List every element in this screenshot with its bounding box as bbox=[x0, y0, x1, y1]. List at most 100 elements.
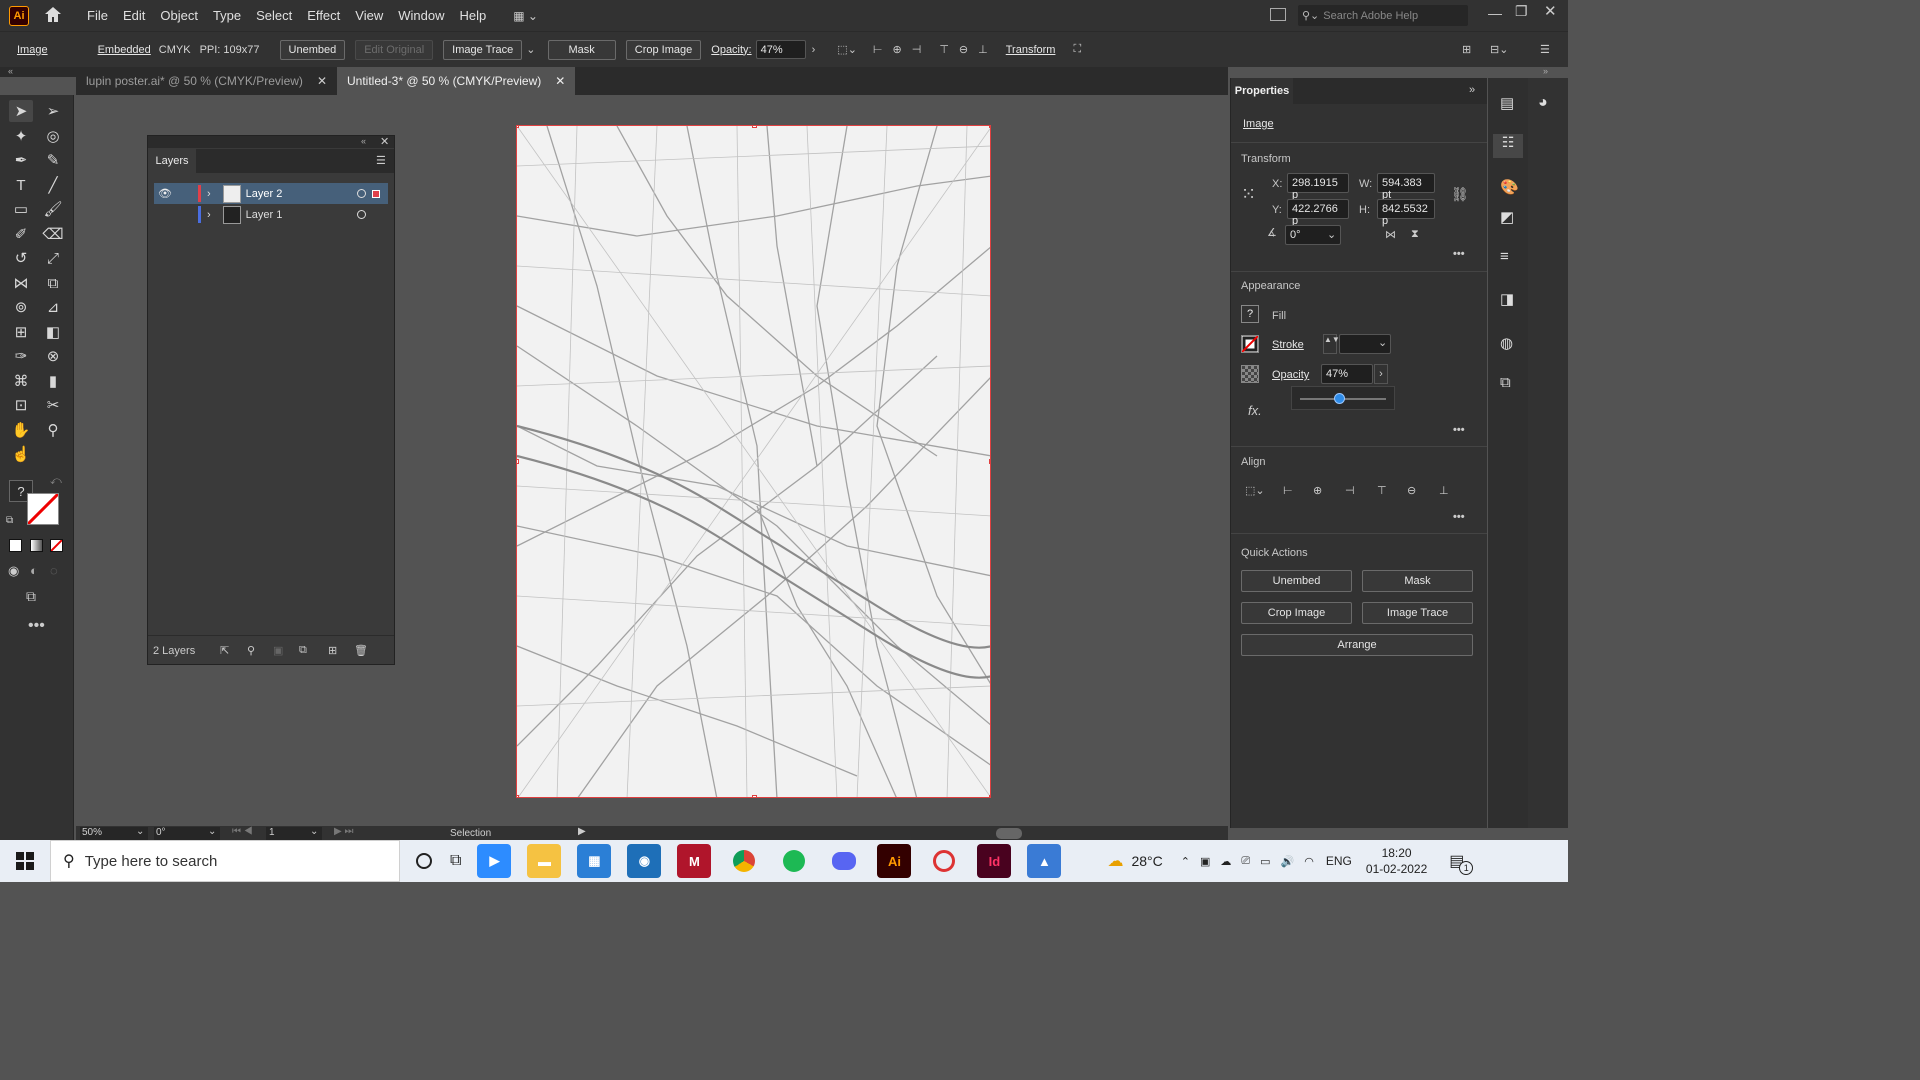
align-left-icon[interactable]: ⊢ bbox=[873, 43, 883, 56]
align-bottom-icon[interactable]: ⊥ bbox=[978, 43, 988, 56]
menu-effect[interactable]: Effect bbox=[307, 8, 340, 23]
hand-tool-icon[interactable]: ✋ bbox=[9, 419, 33, 441]
discord-icon[interactable] bbox=[827, 844, 862, 878]
target-circle-icon[interactable] bbox=[357, 210, 366, 219]
slice-tool-icon[interactable]: ✂ bbox=[41, 394, 65, 416]
resize-handle[interactable] bbox=[517, 126, 519, 128]
expand-layer-icon[interactable]: › bbox=[207, 188, 211, 200]
eyedropper-tool-icon[interactable]: ✑ bbox=[9, 345, 33, 367]
fx-label[interactable]: fx. bbox=[1248, 403, 1262, 418]
none-mode-icon[interactable] bbox=[50, 539, 63, 552]
chrome-icon[interactable] bbox=[727, 844, 762, 878]
menu-edit[interactable]: Edit bbox=[123, 8, 145, 23]
first-artboard-icon[interactable]: ⏮ ◀ bbox=[232, 826, 253, 837]
transform-link[interactable]: Transform bbox=[1006, 44, 1056, 56]
workspace-switcher-icon[interactable]: ▦ ⌄ bbox=[513, 9, 538, 23]
layer-name[interactable]: Layer 1 bbox=[246, 209, 283, 221]
stroke-stepper-icon[interactable]: ▲▼ bbox=[1323, 334, 1340, 354]
align-left-icon[interactable]: ⊢ bbox=[1283, 484, 1293, 497]
make-clipping-mask-icon[interactable]: ▣ bbox=[273, 644, 283, 657]
dell-app-icon[interactable]: ◉ bbox=[627, 844, 662, 878]
color-panel-icon[interactable]: 🎨 bbox=[1500, 178, 1519, 196]
stroke-dropdown-icon[interactable]: ⌄ bbox=[1378, 336, 1387, 349]
battery-icon[interactable]: ▭ bbox=[1260, 855, 1270, 868]
meet-now-icon[interactable]: ▣ bbox=[1200, 855, 1210, 868]
align-vcenter-icon[interactable]: ⊖ bbox=[1407, 484, 1416, 497]
blend-tool-icon[interactable]: ⊗ bbox=[41, 345, 65, 367]
onedrive-icon[interactable]: ☁ bbox=[1220, 855, 1231, 868]
type-tool-icon[interactable]: T bbox=[9, 174, 33, 196]
panel-options-icon[interactable]: ⊟⌄ bbox=[1490, 43, 1508, 56]
webcam-icon[interactable]: ⎚ bbox=[1241, 855, 1250, 868]
edit-original-button[interactable]: Edit Original bbox=[355, 39, 434, 60]
image-trace-button[interactable]: Image Trace bbox=[443, 39, 523, 60]
opacity-field[interactable]: 47% bbox=[1321, 364, 1373, 384]
align-to-icon[interactable]: ⬚⌄ bbox=[837, 43, 857, 56]
pen-tool-icon[interactable]: ✒ bbox=[9, 149, 33, 171]
collapse-left-icon[interactable]: « bbox=[8, 66, 13, 76]
line-tool-icon[interactable]: ╱ bbox=[41, 174, 65, 196]
layer-name[interactable]: Layer 2 bbox=[246, 188, 283, 200]
close-panel-icon[interactable]: ✕ bbox=[380, 135, 389, 148]
collapse-panel-icon[interactable]: « bbox=[361, 136, 366, 146]
volume-icon[interactable]: 🔊 bbox=[1281, 855, 1295, 868]
menu-object[interactable]: Object bbox=[160, 8, 198, 23]
close-tab-icon[interactable]: ✕ bbox=[317, 74, 327, 88]
align-hcenter-icon[interactable]: ⊕ bbox=[1313, 484, 1322, 497]
stroke-label[interactable]: Stroke bbox=[1272, 339, 1304, 351]
rotate-view-dropdown-icon[interactable]: ⌄ bbox=[208, 826, 216, 837]
weather-temperature[interactable]: 28°C bbox=[1131, 853, 1162, 869]
illustrator-taskbar-icon[interactable]: Ai bbox=[877, 844, 912, 878]
collapse-right-icon[interactable]: » bbox=[1543, 66, 1548, 76]
column-graph-tool-icon[interactable]: ▮ bbox=[41, 370, 65, 392]
help-search-box[interactable]: ⚲⌄ Search Adobe Help bbox=[1298, 5, 1468, 26]
embedded-label[interactable]: Embedded bbox=[98, 44, 151, 56]
rectangle-tool-icon[interactable]: ▭ bbox=[9, 198, 33, 220]
mcafee-icon[interactable]: M bbox=[677, 844, 712, 878]
y-field[interactable]: 422.2766 p bbox=[1287, 199, 1349, 227]
resize-handle[interactable] bbox=[752, 795, 757, 797]
isolate-icon[interactable]: ⛶ bbox=[1073, 43, 1081, 56]
locate-object-icon[interactable]: ⚲ bbox=[247, 644, 255, 657]
layer-row-layer-2[interactable]: 👁 › Layer 2 bbox=[154, 183, 388, 204]
more-appearance-icon[interactable]: ••• bbox=[1453, 424, 1465, 436]
image-trace-button[interactable]: Image Trace bbox=[1362, 602, 1473, 624]
panel-toggle-icon[interactable] bbox=[1270, 8, 1286, 21]
draw-behind-icon[interactable]: ◐ bbox=[30, 563, 38, 578]
shape-builder-tool-icon[interactable]: ⊚ bbox=[9, 296, 33, 318]
tab-lupin-poster[interactable]: lupin poster.ai* @ 50 % (CMYK/Preview) ✕ bbox=[76, 67, 337, 95]
spotify-icon[interactable] bbox=[777, 844, 812, 878]
restore-icon[interactable]: ❐ bbox=[1515, 3, 1528, 20]
create-layer-icon[interactable]: ⊞ bbox=[328, 644, 337, 657]
selection-type-label[interactable]: Image bbox=[17, 44, 48, 56]
cortana-icon[interactable] bbox=[416, 853, 432, 869]
x-field[interactable]: 298.1915 p bbox=[1287, 173, 1349, 201]
rotate-angle-icon[interactable]: ∡ bbox=[1267, 226, 1277, 239]
opacity-field[interactable]: 47% bbox=[755, 40, 806, 59]
taskbar-search-box[interactable]: ⚲ Type here to search bbox=[50, 840, 400, 882]
properties-panel-icon[interactable]: ▤ bbox=[1500, 94, 1514, 112]
resize-handle[interactable] bbox=[752, 126, 757, 128]
mask-button[interactable]: Mask bbox=[1362, 570, 1473, 592]
opacity-expand-icon[interactable]: › bbox=[1374, 364, 1388, 384]
gradient-panel-icon[interactable]: ◨ bbox=[1500, 290, 1514, 308]
microsoft-store-icon[interactable]: ▦ bbox=[577, 844, 612, 878]
gradient-mode-icon[interactable] bbox=[30, 539, 43, 552]
align-to-icon[interactable]: ⬚⌄ bbox=[1245, 484, 1265, 497]
more-transform-icon[interactable]: ••• bbox=[1453, 248, 1465, 260]
resize-handle[interactable] bbox=[989, 126, 990, 128]
opacity-slider-thumb[interactable] bbox=[1334, 393, 1346, 404]
w-field[interactable]: 594.383 pt bbox=[1377, 173, 1435, 201]
eraser-tool-icon[interactable]: ⌫ bbox=[41, 223, 65, 245]
task-view-icon[interactable]: ⧉ bbox=[450, 852, 461, 870]
zoom-dropdown-icon[interactable]: ⌄ bbox=[136, 826, 144, 837]
gradient-tool-icon[interactable]: ◧ bbox=[41, 321, 65, 343]
object-type-label[interactable]: Image bbox=[1243, 118, 1274, 130]
create-sublayer-icon[interactable]: ⧉ bbox=[299, 644, 307, 657]
expand-layer-icon[interactable]: › bbox=[207, 209, 211, 221]
image-trace-dropdown-icon[interactable]: ⌄ bbox=[526, 43, 535, 56]
curvature-tool-icon[interactable]: ✎ bbox=[41, 149, 65, 171]
horizontal-scrollbar[interactable] bbox=[996, 828, 1022, 839]
delete-layer-icon[interactable]: 🗑 bbox=[354, 644, 368, 657]
adjustments-panel-icon[interactable]: ☷ bbox=[1493, 134, 1523, 158]
